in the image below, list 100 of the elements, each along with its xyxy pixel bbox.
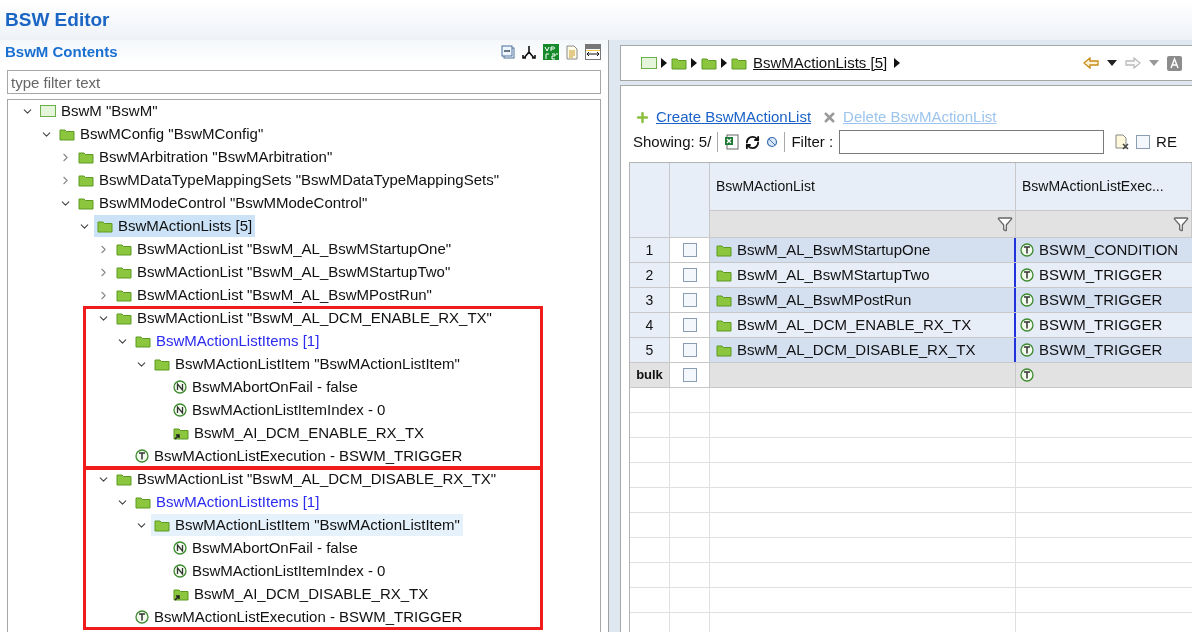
bulk-checkbox[interactable] bbox=[682, 368, 697, 382]
module-icon bbox=[641, 57, 657, 69]
filter-field[interactable]: type filter text bbox=[7, 70, 601, 94]
create-link[interactable]: Create BswMActionList bbox=[656, 105, 812, 129]
table-cell: BSWM_TRIGGER bbox=[1016, 338, 1192, 362]
table-cell: BswM_AL_BswMStartupOne bbox=[710, 238, 1016, 262]
folder-icon bbox=[135, 334, 151, 348]
column-header[interactable]: BswMActionListExec... bbox=[1016, 163, 1191, 211]
t-circle-icon bbox=[1020, 293, 1034, 307]
folder-icon bbox=[731, 56, 747, 70]
row-number: 1 bbox=[630, 238, 670, 262]
refresh-icon[interactable] bbox=[745, 134, 761, 150]
tree-item[interactable]: BswMActionListItemIndex - 0 bbox=[170, 399, 389, 421]
lock-icon[interactable] bbox=[1167, 55, 1182, 71]
separator-arrow-icon[interactable] bbox=[661, 58, 667, 68]
tree-item[interactable]: BswMActionListItemIndex - 0 bbox=[170, 560, 389, 582]
row-checkbox[interactable] bbox=[682, 293, 697, 307]
row-number: 5 bbox=[630, 338, 670, 362]
tree-item[interactable]: BswMAbortOnFail - false bbox=[170, 537, 361, 559]
linked-folder-icon bbox=[173, 587, 189, 601]
row-number: 4 bbox=[630, 313, 670, 337]
tree-item[interactable]: BswMActionListItems [1] bbox=[132, 491, 323, 513]
folder-icon bbox=[154, 357, 170, 371]
separator-arrow-icon[interactable] bbox=[894, 58, 901, 68]
collapse-all-icon[interactable] bbox=[501, 45, 515, 59]
row-number: 2 bbox=[630, 263, 670, 287]
table-cell: BSWM_TRIGGER bbox=[1016, 263, 1192, 287]
filter-label: Filter : bbox=[791, 131, 834, 152]
folder-icon bbox=[78, 150, 94, 164]
tree-item[interactable]: BswMActionListItems [1] bbox=[132, 330, 323, 352]
table-cell: BswM_AL_BswMPostRun bbox=[710, 288, 1016, 312]
t-circle-icon bbox=[1020, 343, 1034, 357]
tree-item[interactable]: BswM_AI_DCM_ENABLE_RX_TX bbox=[170, 422, 428, 444]
merge-icon[interactable] bbox=[522, 44, 536, 60]
tree-item[interactable]: BswMActionList "BswM_AL_DCM_DISABLE_RX_TX" bbox=[113, 468, 500, 490]
table-cell: BswM_AL_BswMStartupTwo bbox=[710, 263, 1016, 287]
variant-icon[interactable] bbox=[543, 44, 559, 60]
n-circle-icon bbox=[173, 541, 187, 555]
table-cell: BSWM_TRIGGER bbox=[1016, 288, 1192, 312]
tree-item[interactable]: BswMActionListExecution - BSWM_TRIGGER bbox=[132, 445, 466, 467]
folder-icon bbox=[78, 196, 94, 210]
separator-arrow-icon[interactable] bbox=[721, 58, 727, 68]
tree-item[interactable]: BswM_AI_DCM_DISABLE_RX_TX bbox=[170, 583, 432, 605]
row-checkbox[interactable] bbox=[682, 268, 697, 282]
tree-item[interactable]: BswMAbortOnFail - false bbox=[170, 376, 361, 398]
folder-icon bbox=[116, 288, 132, 302]
folder-icon bbox=[116, 472, 132, 486]
table-cell: BswM_AL_DCM_ENABLE_RX_TX bbox=[710, 313, 1016, 337]
tree-item[interactable]: BswMDataTypeMappingSets "BswMDataTypeMappingSets" bbox=[75, 169, 502, 191]
row-checkbox[interactable] bbox=[682, 343, 697, 357]
n-circle-icon bbox=[173, 380, 187, 394]
tree-item[interactable]: BswMArbitration "BswMArbitration" bbox=[75, 146, 336, 168]
folder-icon bbox=[116, 265, 132, 279]
t-circle-icon bbox=[135, 449, 149, 463]
folder-icon bbox=[154, 518, 170, 532]
clear-filter-icon[interactable] bbox=[1114, 134, 1131, 150]
row-checkbox[interactable] bbox=[682, 318, 697, 332]
column-header[interactable]: BswMActionList bbox=[710, 163, 1015, 211]
folder-icon bbox=[116, 311, 132, 325]
tree-item[interactable]: BswMActionListExecution - BSWM_TRIGGER bbox=[132, 606, 466, 628]
tree-item[interactable]: BswM "BswM" bbox=[37, 100, 161, 122]
breadcrumb-link[interactable]: BswMActionLists [5] bbox=[753, 51, 888, 75]
tree-item[interactable]: BswMActionList "BswM_AL_BswMStartupTwo" bbox=[113, 261, 454, 283]
column-width-icon[interactable] bbox=[585, 44, 601, 60]
t-circle-icon bbox=[1020, 243, 1034, 257]
separator-arrow-icon[interactable] bbox=[691, 58, 697, 68]
dropdown-caret-icon[interactable] bbox=[1107, 60, 1117, 66]
table-cell: BswM_AL_DCM_DISABLE_RX_TX bbox=[710, 338, 1016, 362]
folder-icon bbox=[716, 243, 732, 257]
tree-item[interactable]: BswMConfig "BswMConfig" bbox=[56, 123, 267, 145]
t-circle-icon bbox=[1020, 318, 1034, 332]
n-circle-icon bbox=[173, 403, 187, 417]
regex-label: RE bbox=[1156, 131, 1177, 152]
row-checkbox[interactable] bbox=[682, 243, 697, 257]
t-circle-icon bbox=[1020, 268, 1034, 282]
showing-count: Showing: 5/ bbox=[633, 131, 712, 152]
settings-icon[interactable] bbox=[766, 136, 779, 148]
folder-icon bbox=[716, 343, 732, 357]
tree-item[interactable]: BswMActionListItem "BswMActionListItem" bbox=[151, 353, 463, 375]
regex-checkbox[interactable] bbox=[1136, 135, 1151, 149]
filter-icon[interactable] bbox=[997, 216, 1013, 233]
spreadsheet-icon[interactable] bbox=[724, 134, 740, 150]
tree-item[interactable]: BswMActionLists [5] bbox=[94, 215, 256, 237]
folder-icon bbox=[716, 293, 732, 307]
linked-folder-icon bbox=[173, 426, 189, 440]
folder-icon bbox=[716, 268, 732, 282]
window-title: BSW Editor bbox=[5, 7, 110, 32]
filter-icon[interactable] bbox=[1173, 216, 1189, 233]
back-arrow-icon[interactable] bbox=[1083, 57, 1099, 69]
tree-item[interactable]: BswMActionList "BswM_AL_BswMStartupOne" bbox=[113, 238, 455, 260]
tree-item[interactable]: BswMActionList "BswM_AL_DCM_ENABLE_RX_TX" bbox=[113, 307, 495, 329]
folder-icon bbox=[701, 56, 717, 70]
table-filter-field[interactable] bbox=[839, 130, 1105, 154]
table-cell: BSWM_CONDITION bbox=[1016, 238, 1192, 262]
folder-icon bbox=[78, 173, 94, 187]
folder-icon bbox=[716, 318, 732, 332]
tree-item[interactable]: BswMModeControl "BswMModeControl" bbox=[75, 192, 371, 214]
module-icon bbox=[40, 105, 56, 117]
tree-item[interactable]: BswMActionListItem "BswMActionListItem" bbox=[151, 514, 463, 536]
tree-item[interactable]: BswMActionList "BswM_AL_BswMPostRun" bbox=[113, 284, 435, 306]
